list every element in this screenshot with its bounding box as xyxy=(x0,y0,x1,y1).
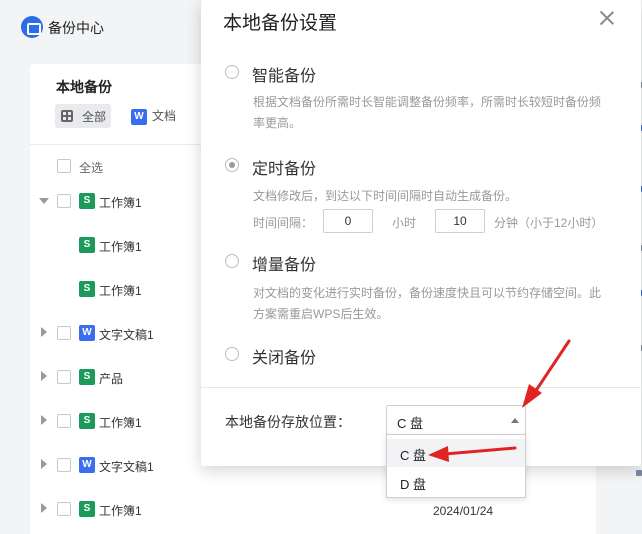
smart-backup-radio[interactable] xyxy=(225,65,239,79)
timed-backup-label: 定时备份 xyxy=(252,161,317,178)
select-all-checkbox[interactable] xyxy=(57,159,71,173)
word-doc-icon: W xyxy=(79,325,95,341)
row-checkbox[interactable] xyxy=(57,458,71,472)
file-name: 工作簿1 xyxy=(99,284,142,298)
row-checkbox[interactable] xyxy=(57,502,71,516)
spreadsheet-icon: S xyxy=(79,281,95,297)
file-name: 产品 xyxy=(99,372,124,386)
interval-label: 时间间隔： xyxy=(253,216,314,230)
filter-doc-button[interactable]: W 文档 xyxy=(131,107,176,125)
edge-marker xyxy=(636,470,642,476)
table-row[interactable]: S 工作簿1 xyxy=(30,190,230,212)
spreadsheet-icon: S xyxy=(79,501,95,517)
expand-arrow-icon[interactable] xyxy=(41,459,47,469)
dropdown-option-c[interactable]: C 盘 xyxy=(387,439,525,467)
word-doc-icon: W xyxy=(131,108,147,125)
table-row[interactable]: S 工作簿1 xyxy=(30,498,230,520)
filter-doc-label: 文档 xyxy=(152,109,177,123)
table-row[interactable]: W 文字文稿1 xyxy=(30,454,230,476)
drive-dropdown-menu: C 盘 D 盘 xyxy=(386,434,526,498)
file-name: 工作簿1 xyxy=(99,504,142,518)
table-row[interactable]: S 产品 xyxy=(30,366,230,388)
divider xyxy=(201,387,641,388)
grid-icon xyxy=(61,110,73,122)
expand-arrow-icon[interactable] xyxy=(41,415,47,425)
select-all-row[interactable]: 全选 xyxy=(30,155,230,177)
row-checkbox[interactable] xyxy=(57,370,71,384)
row-checkbox[interactable] xyxy=(57,194,71,208)
backup-settings-dialog: 本地备份设置 智能备份 根据文档备份所需时长智能调整备份频率，所需时长较短时备份… xyxy=(201,0,641,466)
word-doc-icon: W xyxy=(79,457,95,473)
dropdown-option-d[interactable]: D 盘 xyxy=(387,468,525,496)
file-name: 文字文稿1 xyxy=(99,328,154,342)
hours-unit: 小时 xyxy=(392,216,417,230)
table-row[interactable]: S 工作簿1 xyxy=(30,410,230,432)
minutes-unit: 分钟（小于12小时） xyxy=(494,216,604,230)
incremental-backup-label: 增量备份 xyxy=(252,257,317,274)
expand-arrow-icon[interactable] xyxy=(41,371,47,381)
expand-arrow-icon[interactable] xyxy=(41,327,47,337)
incremental-backup-radio[interactable] xyxy=(225,254,239,268)
disable-backup-label: 关闭备份 xyxy=(252,350,317,367)
hours-input[interactable]: 0 xyxy=(323,209,373,233)
table-row[interactable]: S 工作簿1 xyxy=(30,234,230,256)
spreadsheet-icon: S xyxy=(79,369,95,385)
row-checkbox[interactable] xyxy=(57,414,71,428)
app-title: 备份中心 xyxy=(48,20,104,36)
backup-date: 2024/01/24 xyxy=(433,504,494,518)
file-name: 工作簿1 xyxy=(99,196,142,210)
filter-all-label: 全部 xyxy=(82,110,107,124)
file-name: 工作簿1 xyxy=(99,416,142,430)
panel-title: 本地备份 xyxy=(56,79,112,95)
minutes-input[interactable]: 10 xyxy=(435,209,485,233)
collapse-arrow-icon[interactable] xyxy=(39,198,49,204)
timed-backup-desc: 文档修改后，到达以下时间间隔时自动生成备份。 xyxy=(253,189,518,203)
dialog-title: 本地备份设置 xyxy=(223,13,338,34)
file-name: 文字文稿1 xyxy=(99,460,154,474)
smart-backup-desc: 根据文档备份所需时长智能调整备份频率，所需时长较短时备份频率更高。 xyxy=(253,95,602,130)
table-row[interactable]: S 工作簿1 xyxy=(30,278,230,300)
timed-backup-radio[interactable] xyxy=(225,158,239,172)
table-row[interactable]: W 文字文稿1 xyxy=(30,322,230,344)
spreadsheet-icon: S xyxy=(79,413,95,429)
smart-backup-label: 智能备份 xyxy=(252,68,317,85)
expand-arrow-icon[interactable] xyxy=(41,503,47,513)
close-icon[interactable] xyxy=(599,10,615,26)
incremental-backup-desc: 对文档的变化进行实时备份，备份速度快且可以节约存储空间。此方案需重启WPS后生效… xyxy=(253,286,602,321)
select-all-label: 全选 xyxy=(79,161,104,175)
backup-location-select[interactable]: C 盘 xyxy=(386,405,526,435)
disable-backup-radio[interactable] xyxy=(225,347,239,361)
backup-center-logo-icon xyxy=(21,16,43,38)
filter-all-button[interactable]: 全部 xyxy=(55,104,111,128)
spreadsheet-icon: S xyxy=(79,193,95,209)
chevron-up-icon xyxy=(511,418,519,423)
file-name: 工作簿1 xyxy=(99,240,142,254)
row-checkbox[interactable] xyxy=(57,326,71,340)
backup-location-label: 本地备份存放位置： xyxy=(225,414,351,430)
spreadsheet-icon: S xyxy=(79,237,95,253)
selected-drive: C 盘 xyxy=(397,416,424,431)
